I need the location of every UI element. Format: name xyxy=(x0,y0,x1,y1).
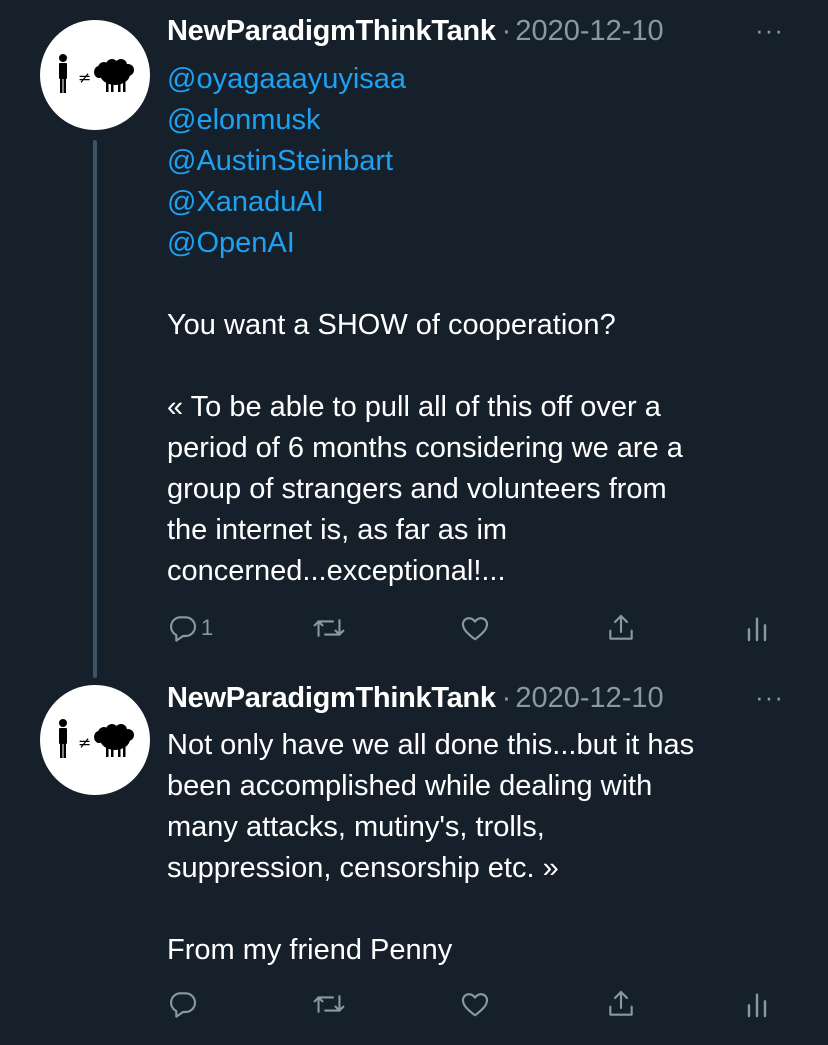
tweet-date[interactable]: 2020-12-10 xyxy=(515,682,663,715)
thread-connector-line xyxy=(93,140,97,678)
more-options-button[interactable]: ··· xyxy=(755,682,784,713)
header-separator: · xyxy=(501,682,512,714)
mention-link[interactable]: @XanaduAI xyxy=(167,182,406,223)
avatar[interactable]: ≠ xyxy=(40,20,150,130)
share-button[interactable] xyxy=(605,608,637,648)
tweet-actions xyxy=(167,984,777,1024)
sheep-icon xyxy=(94,59,134,92)
reply-count: 1 xyxy=(201,615,214,640)
tweet-date[interactable]: 2020-12-10 xyxy=(515,15,663,48)
tweet-text: Not only have we all done this...but it … xyxy=(167,729,695,966)
person-icon xyxy=(59,54,67,93)
analytics-icon xyxy=(747,993,767,1018)
mention-link[interactable]: @elonmusk xyxy=(167,100,406,141)
person-not-sheep-icon: ≠ xyxy=(59,719,134,758)
person-not-sheep-icon: ≠ xyxy=(59,54,134,93)
like-icon xyxy=(461,993,489,1017)
retweet-button[interactable] xyxy=(312,608,346,648)
mentions-list: @oyagaaayuyisaa @elonmusk @AustinSteinba… xyxy=(167,59,406,264)
retweet-button[interactable] xyxy=(312,984,346,1024)
not-equal-icon: ≠ xyxy=(78,733,91,752)
tweet-2[interactable]: ≠ NewParadigmThinkTank · 2020-12-10 ··· … xyxy=(0,670,828,1045)
mention-link[interactable]: @oyagaaayuyisaa xyxy=(167,59,406,100)
like-icon xyxy=(461,617,489,641)
like-button[interactable] xyxy=(459,984,491,1024)
tweet-1[interactable]: ≠ NewParadigmThinkTank · 2020-12-10 ··· … xyxy=(0,0,828,678)
author-name[interactable]: NewParadigmThinkTank xyxy=(167,15,496,48)
mention-link[interactable]: @OpenAI xyxy=(167,223,406,264)
like-button[interactable] xyxy=(459,608,491,648)
sheep-icon xyxy=(94,724,134,757)
retweet-icon xyxy=(313,995,345,1013)
analytics-button[interactable] xyxy=(745,984,769,1024)
header-separator: · xyxy=(501,15,512,47)
reply-icon xyxy=(170,616,197,642)
share-button[interactable] xyxy=(605,984,637,1024)
tweet-header: NewParadigmThinkTank · 2020-12-10 ··· xyxy=(167,15,828,55)
reply-button[interactable] xyxy=(167,984,201,1024)
share-icon xyxy=(609,990,633,1016)
reply-button[interactable]: 1 xyxy=(167,608,213,648)
not-equal-icon: ≠ xyxy=(78,68,91,87)
mention-link[interactable]: @AustinSteinbart xyxy=(167,141,406,182)
tweet-text: You want a SHOW of cooperation? « To be … xyxy=(167,309,683,587)
avatar[interactable]: ≠ xyxy=(40,685,150,795)
retweet-icon xyxy=(313,619,345,637)
more-options-button[interactable]: ··· xyxy=(755,15,784,46)
analytics-button[interactable] xyxy=(745,608,769,648)
author-name[interactable]: NewParadigmThinkTank xyxy=(167,682,496,715)
tweet-actions: 1 xyxy=(167,608,777,648)
reply-icon xyxy=(170,992,197,1018)
tweet-header: NewParadigmThinkTank · 2020-12-10 ··· xyxy=(167,682,828,722)
share-icon xyxy=(609,614,633,640)
analytics-icon xyxy=(747,617,767,642)
person-icon xyxy=(59,719,67,758)
